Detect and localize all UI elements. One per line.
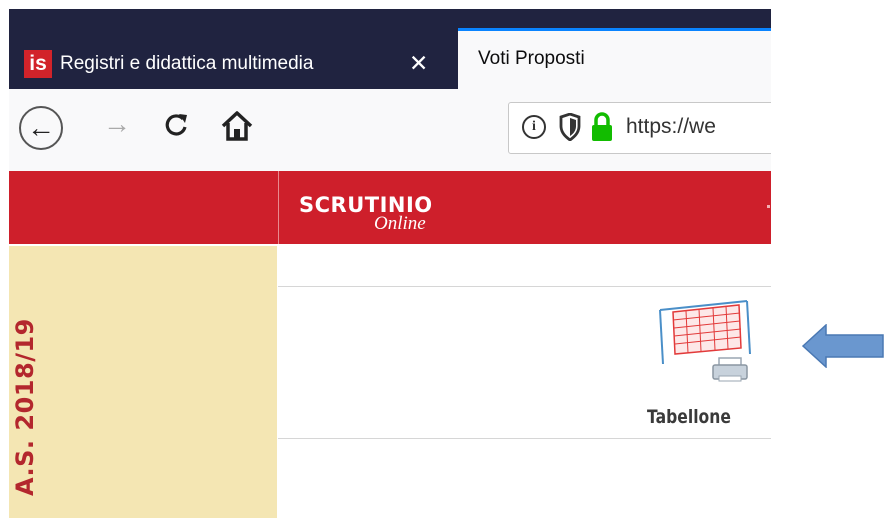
- close-tab-icon[interactable]: ✕: [409, 50, 428, 77]
- url-bar[interactable]: i https://we: [508, 102, 771, 154]
- shield-icon[interactable]: [559, 113, 581, 141]
- browser-window: is Registri e didattica multimedia ✕ Vot…: [9, 9, 771, 518]
- info-icon[interactable]: i: [522, 115, 546, 139]
- url-text: https://we: [626, 115, 716, 138]
- header-marker: [767, 205, 770, 208]
- header-divider: [278, 171, 279, 244]
- tab-strip: is Registri e didattica multimedia ✕ Vot…: [9, 9, 771, 89]
- arrow-left-icon: [802, 324, 884, 368]
- reload-icon[interactable]: [161, 110, 191, 145]
- back-icon[interactable]: ←: [19, 106, 63, 150]
- logo-online: Online: [374, 213, 426, 234]
- forward-icon[interactable]: →: [103, 110, 131, 138]
- app-header: SCRUTINIO Online: [9, 171, 771, 244]
- tab-title: Voti Proposti: [478, 48, 585, 69]
- tabellone-label[interactable]: Tabellone: [647, 406, 731, 428]
- sidebar: A.S. 2018/19: [9, 246, 277, 518]
- home-icon[interactable]: [219, 108, 255, 144]
- tabellone-icon[interactable]: [653, 296, 753, 406]
- divider: [278, 286, 771, 287]
- school-year-label: A.S. 2018/19: [11, 318, 39, 496]
- tab-title: Registri e didattica multimedia: [60, 52, 314, 74]
- main-content: Tabellone: [278, 246, 771, 518]
- lock-icon[interactable]: [591, 112, 613, 142]
- divider: [278, 438, 771, 439]
- tab-registri[interactable]: is Registri e didattica multimedia ✕: [9, 38, 457, 89]
- navigation-toolbar: ← → i https://we: [9, 89, 771, 172]
- tab-voti-proposti[interactable]: Voti Proposti: [458, 28, 771, 89]
- site-favicon-icon: is: [24, 49, 52, 78]
